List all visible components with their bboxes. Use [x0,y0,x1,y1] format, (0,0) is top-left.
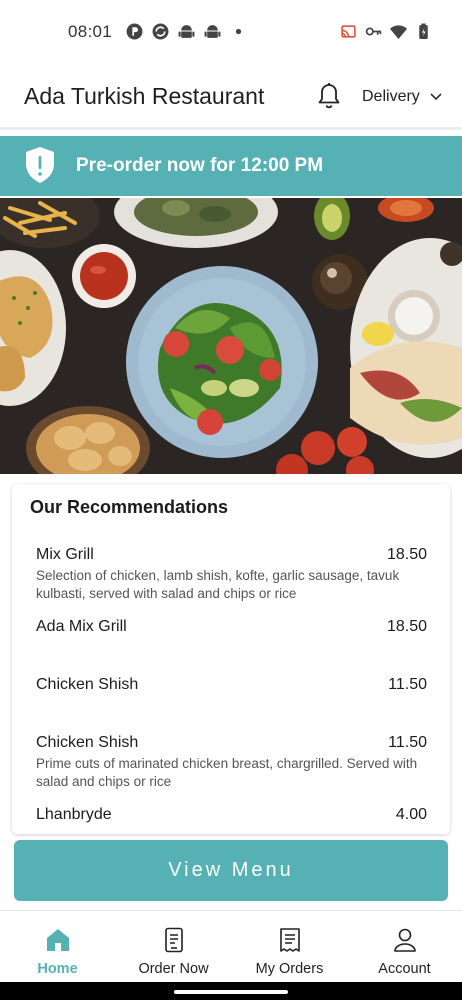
menu-item[interactable]: Lhanbryde 4.00 [36,806,427,824]
menu-item-price: 11.50 [388,676,427,693]
home-gesture-handle[interactable] [174,990,288,994]
menu-item-name: Chicken Shish [36,734,139,751]
android-icon [204,25,221,38]
delivery-selector[interactable]: Delivery [362,88,442,106]
nav-label: Account [378,961,431,977]
shield-alert-icon [26,147,54,183]
menu-item-name: Ada Mix Grill [36,618,127,635]
cast-icon [341,25,356,38]
menu-item-description: Prime cuts of marinated chicken breast, … [36,756,418,789]
food-illustration [0,198,462,474]
wifi-icon [390,25,407,39]
recommendations-card: Our Recommendations Mix Grill 18.50 Sele… [12,484,450,834]
p-circle-icon [126,23,143,40]
menu-item-name: Chicken Shish [36,676,139,693]
menu-item[interactable]: Chicken Shish 11.50 Prime cuts of marina… [36,734,427,791]
gesture-bar [0,982,462,1000]
preorder-text: Pre-order now for 12:00 PM [76,155,324,176]
recommendations-title: Our Recommendations [30,497,229,517]
key-icon [365,27,382,36]
bottom-nav: Home Order Now My Orders Account [0,910,462,982]
nav-home[interactable]: Home [0,911,115,983]
status-left-icons [126,23,247,40]
menu-item[interactable]: Mix Grill 18.50 Selection of chicken, la… [36,546,427,603]
menu-item-price: 18.50 [386,618,427,635]
app-header: Ada Turkish Restaurant Delivery [0,64,462,130]
menu-item-name: Mix Grill [36,546,94,563]
hero-food-image [0,198,462,474]
nav-label: Order Now [138,961,209,977]
menu-item-price: 18.50 [386,546,427,563]
status-time: 08:01 [68,22,113,41]
android-icon [178,25,195,38]
receipt-icon [279,928,300,952]
nav-my-orders[interactable]: My Orders [232,911,347,983]
menu-item[interactable]: Ada Mix Grill 18.50 [36,618,427,636]
chevron-down-icon [430,93,442,101]
account-icon [393,928,416,952]
dot-icon [235,28,242,35]
nav-label: Home [37,961,78,977]
menu-item-price: 4.00 [395,806,427,823]
nav-label: My Orders [255,961,324,977]
preorder-banner[interactable]: Pre-order now for 12:00 PM [0,136,462,196]
view-menu-button[interactable]: View Menu [14,840,448,901]
bell-icon[interactable] [316,82,342,110]
nav-order-now[interactable]: Order Now [116,911,231,983]
restaurant-title: Ada Turkish Restaurant [24,83,265,109]
order-icon [164,927,183,953]
menu-item-name: Lhanbryde [36,806,112,823]
sync-icon [152,23,169,40]
menu-item-description: Selection of chicken, lamb shish, kofte,… [36,568,400,601]
home-icon [46,929,69,951]
battery-icon [419,23,428,39]
delivery-label: Delivery [362,88,420,105]
nav-account[interactable]: Account [347,911,462,983]
menu-item-price: 11.50 [388,734,427,751]
status-right-icons [340,23,432,40]
menu-item[interactable]: Chicken Shish 11.50 [36,676,427,694]
status-bar: 08:01 [0,0,462,64]
